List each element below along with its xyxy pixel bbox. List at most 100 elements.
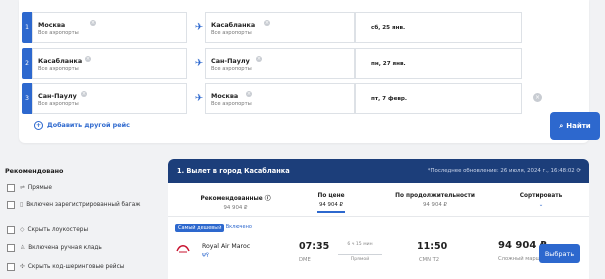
filter-checkbox-handbag[interactable] xyxy=(7,244,15,252)
filter-checkbox-codeshare[interactable] xyxy=(7,263,15,271)
sort-active-indicator xyxy=(317,211,345,213)
baggage-icon: ▯ xyxy=(20,202,24,208)
remove-leg-icon[interactable]: × xyxy=(533,93,542,102)
sort-value: 94 904 ₽ xyxy=(422,202,447,208)
baggage-icon: ▯ ▯ xyxy=(217,224,225,230)
results-panel: 1. Вылет в город Касабланка *Последнее о… xyxy=(168,159,589,279)
filter-codeshare[interactable]: ✣ Скрыть код-шеринговые рейсы xyxy=(20,263,124,271)
date-field[interactable]: пн, 27 янв. xyxy=(355,48,522,79)
filter-handbag[interactable]: ♙ Включена ручная кладь xyxy=(20,244,102,252)
filter-baggage[interactable]: ▯ Включен зарегистрированный багаж xyxy=(20,201,155,209)
sort-price[interactable]: По цене 94 904 ₽ xyxy=(291,193,371,208)
handbag-icon: ♙ xyxy=(20,245,26,251)
meal-icon: ΨΫ xyxy=(202,253,209,259)
filter-direct[interactable]: ⇌ Прямые xyxy=(20,184,52,192)
origin-airports: Все аэропорты xyxy=(38,101,79,107)
info-icon[interactable]: ⓘ xyxy=(265,196,271,202)
origin-field[interactable]: Москва Все аэропорты × xyxy=(32,12,187,43)
find-button[interactable]: ⌕ Найти xyxy=(550,112,600,140)
clear-icon[interactable]: × xyxy=(246,91,252,97)
clear-icon[interactable]: × xyxy=(264,20,270,26)
origin-field[interactable]: Сан-Паулу Все аэропорты × xyxy=(32,83,187,114)
sort-label: Сортировать xyxy=(519,193,563,199)
included-badge: ▯ ▯ Включено xyxy=(217,224,252,230)
origin-city: Касабланка xyxy=(38,57,83,65)
divider xyxy=(168,216,589,217)
results-header: 1. Вылет в город Касабланка *Последнее о… xyxy=(168,159,589,183)
airline-name: Royal Air Maroc ΨΫ xyxy=(202,243,250,259)
chevron-down-icon: ⌄ xyxy=(538,202,544,208)
refresh-icon[interactable]: ⟳ xyxy=(576,168,581,174)
destination-city: Сан-Паулу xyxy=(211,57,250,65)
filter-label: Скрыть лоукостеры xyxy=(27,227,89,233)
filter-lowcost[interactable]: ◇ Скрыть лоукостеры xyxy=(20,226,88,234)
clear-icon[interactable]: × xyxy=(256,56,262,62)
sort-value: 94 904 ₽ xyxy=(223,205,248,211)
flight-leg-2: 2 Касабланка Все аэропорты × ✈ Сан-Паулу… xyxy=(22,48,522,79)
destination-field[interactable]: Сан-Паулу Все аэропорты × xyxy=(205,48,355,79)
leg-index: 1 xyxy=(22,12,32,43)
destination-airports: Все аэропорты xyxy=(211,66,252,72)
filter-checkbox-baggage[interactable] xyxy=(7,201,15,209)
leg-index: 2 xyxy=(22,48,32,79)
origin-field[interactable]: Касабланка Все аэропорты × xyxy=(32,48,187,79)
filter-checkbox-lowcost[interactable] xyxy=(7,226,15,234)
search-form: 1 Москва Все аэропорты × ✈ Касабланка Вс… xyxy=(19,0,600,143)
stops-label: Прямой xyxy=(350,257,370,262)
find-label: Найти xyxy=(566,122,591,130)
sort-label: По продолжительности xyxy=(395,193,475,199)
search-icon: ⌕ xyxy=(559,121,564,130)
destination-field[interactable]: Касабланка Все аэропорты × xyxy=(205,12,355,43)
depart-airport: DME xyxy=(299,257,311,263)
filter-checkbox-direct[interactable] xyxy=(7,184,15,192)
clear-icon[interactable]: × xyxy=(85,56,91,62)
origin-city: Москва xyxy=(38,21,66,29)
destination-airports: Все аэропорты xyxy=(211,101,252,107)
filter-label: Включена ручная кладь xyxy=(28,245,102,251)
destination-city: Касабланка xyxy=(211,21,256,29)
destination-city: Москва xyxy=(211,92,239,100)
add-flight-label: Добавить другой рейс xyxy=(47,121,130,129)
sort-recommended[interactable]: Рекомендованные ⓘ 94 904 ₽ xyxy=(178,193,293,211)
date-value: пт, 7 февр. xyxy=(371,96,408,102)
flight-duration: 6 ч 15 мин xyxy=(347,242,373,247)
plane-icon[interactable]: ✈ xyxy=(193,58,205,70)
clear-icon[interactable]: × xyxy=(81,91,87,97)
flight-leg-3: 3 Сан-Паулу Все аэропорты × ✈ Москва Все… xyxy=(22,83,542,114)
direct-icon: ⇌ xyxy=(20,185,25,191)
tag-icon: ◇ xyxy=(20,227,25,233)
origin-airports: Все аэропорты xyxy=(38,30,79,36)
results-title: 1. Вылет в город Касабланка xyxy=(177,167,290,175)
plane-icon[interactable]: ✈ xyxy=(193,22,205,34)
sort-duration[interactable]: По продолжительности 94 904 ₽ xyxy=(380,193,490,208)
depart-time: 07:35 xyxy=(299,241,330,252)
destination-field[interactable]: Москва Все аэропорты × xyxy=(205,83,355,114)
clear-icon[interactable]: × xyxy=(90,20,96,26)
duration-line xyxy=(338,254,382,255)
flight-leg-1: 1 Москва Все аэропорты × ✈ Касабланка Вс… xyxy=(22,12,522,43)
plane-icon[interactable]: ✈ xyxy=(193,93,205,105)
leg-index: 3 xyxy=(22,83,32,114)
date-value: сб, 25 янв. xyxy=(371,25,406,31)
plus-icon: + xyxy=(34,121,43,130)
filters-title: Рекомендовано xyxy=(5,167,64,175)
destination-airports: Все аэропорты xyxy=(211,30,252,36)
filter-label: Скрыть код-шеринговые рейсы xyxy=(27,264,125,270)
date-field[interactable]: сб, 25 янв. xyxy=(355,12,522,43)
sort-label: Рекомендованные xyxy=(200,196,263,202)
filter-label: Включен зарегистрированный багаж xyxy=(26,202,141,208)
choose-button[interactable]: Выбрать xyxy=(539,244,580,263)
included-label: Включено xyxy=(225,224,252,230)
sort-dropdown[interactable]: Сортировать ⌄ xyxy=(506,193,576,208)
date-field[interactable]: пт, 7 февр. xyxy=(355,83,522,114)
sort-value: 94 904 ₽ xyxy=(318,202,343,208)
last-updated: *Последнее обновление: 26 июля, 2024 г.,… xyxy=(428,168,581,174)
filter-label: Прямые xyxy=(27,185,52,191)
origin-city: Сан-Паулу xyxy=(38,92,77,100)
airline-logo-icon xyxy=(176,245,190,253)
add-flight-link[interactable]: + Добавить другой рейс xyxy=(34,121,130,130)
last-updated-text: *Последнее обновление: 26 июля, 2024 г.,… xyxy=(427,168,575,174)
airline-label: Royal Air Maroc xyxy=(202,243,251,250)
arrive-airport: CMN T2 xyxy=(419,257,440,263)
arrive-time: 11:50 xyxy=(417,241,448,252)
